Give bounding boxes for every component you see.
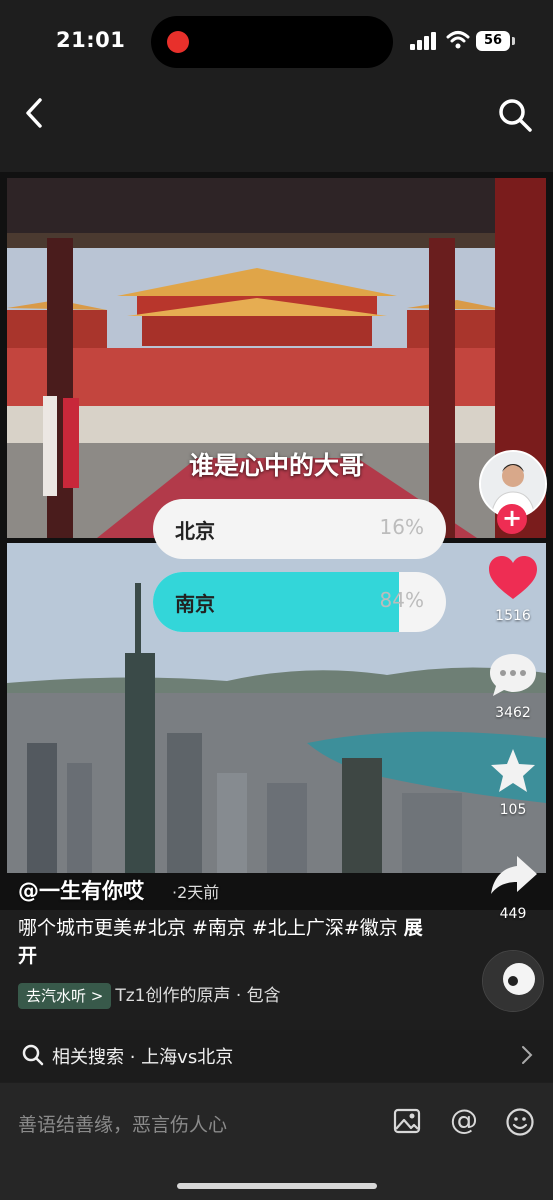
poll-option-percent: 16%: [379, 515, 424, 539]
music-disc[interactable]: [482, 950, 544, 1012]
like-count: 1516: [495, 608, 531, 624]
image-icon[interactable]: [393, 1107, 421, 1135]
poll-option-label: 南京: [175, 592, 215, 616]
poll-option-percent: 84%: [379, 588, 424, 612]
related-search-text[interactable]: 相关搜索 · 上海vs北京: [52, 1043, 233, 1069]
wifi-icon: [446, 31, 470, 49]
search-icon[interactable]: [496, 96, 534, 134]
poll-option-nanjing[interactable]: 南京 84%: [153, 572, 446, 632]
qishui-listen-tag[interactable]: 去汽水听 >: [18, 983, 112, 1009]
heart-icon[interactable]: [487, 555, 539, 601]
emoji-icon[interactable]: [505, 1107, 535, 1137]
star-icon[interactable]: [487, 748, 539, 794]
caption-text: 哪个城市更美#北京 #南京 #北上广深#徽京: [18, 917, 398, 939]
author-name[interactable]: @一生有你哎: [18, 875, 144, 905]
forbidden-city-photo: [7, 178, 546, 538]
back-icon[interactable]: [18, 94, 52, 132]
share-icon[interactable]: [487, 852, 539, 898]
home-indicator: [177, 1183, 377, 1189]
follow-button[interactable]: +: [497, 504, 527, 534]
poll-option-beijing[interactable]: 北京 16%: [153, 499, 446, 559]
share-count: 449: [499, 906, 527, 922]
recording-indicator: [167, 31, 189, 53]
signal-icon: [410, 32, 436, 50]
search-icon: [22, 1044, 44, 1066]
poll-option-label: 北京: [175, 519, 215, 543]
at-icon[interactable]: @: [449, 1104, 479, 1136]
comment-input[interactable]: 善语结善缘，恶言伤人心: [18, 1110, 227, 1137]
video-caption[interactable]: 哪个城市更美#北京 #南京 #北上广深#徽京 展开: [18, 914, 438, 970]
post-time: ·2天前: [172, 883, 220, 902]
poll-question: 谁是心中的大哥: [188, 451, 364, 480]
chevron-right-icon[interactable]: [520, 1044, 534, 1066]
battery-indicator: 56: [476, 31, 510, 51]
music-row[interactable]: 去汽水听 > Tz1创作的原声 · 包含: [18, 982, 281, 1010]
comment-count: 3462: [495, 705, 531, 721]
comment-icon[interactable]: [487, 652, 539, 698]
status-time: 21:01: [56, 28, 126, 52]
music-title: Tz1创作的原声 · 包含: [115, 986, 281, 1006]
favorite-count: 105: [499, 802, 527, 818]
battery-tip: [512, 37, 515, 45]
